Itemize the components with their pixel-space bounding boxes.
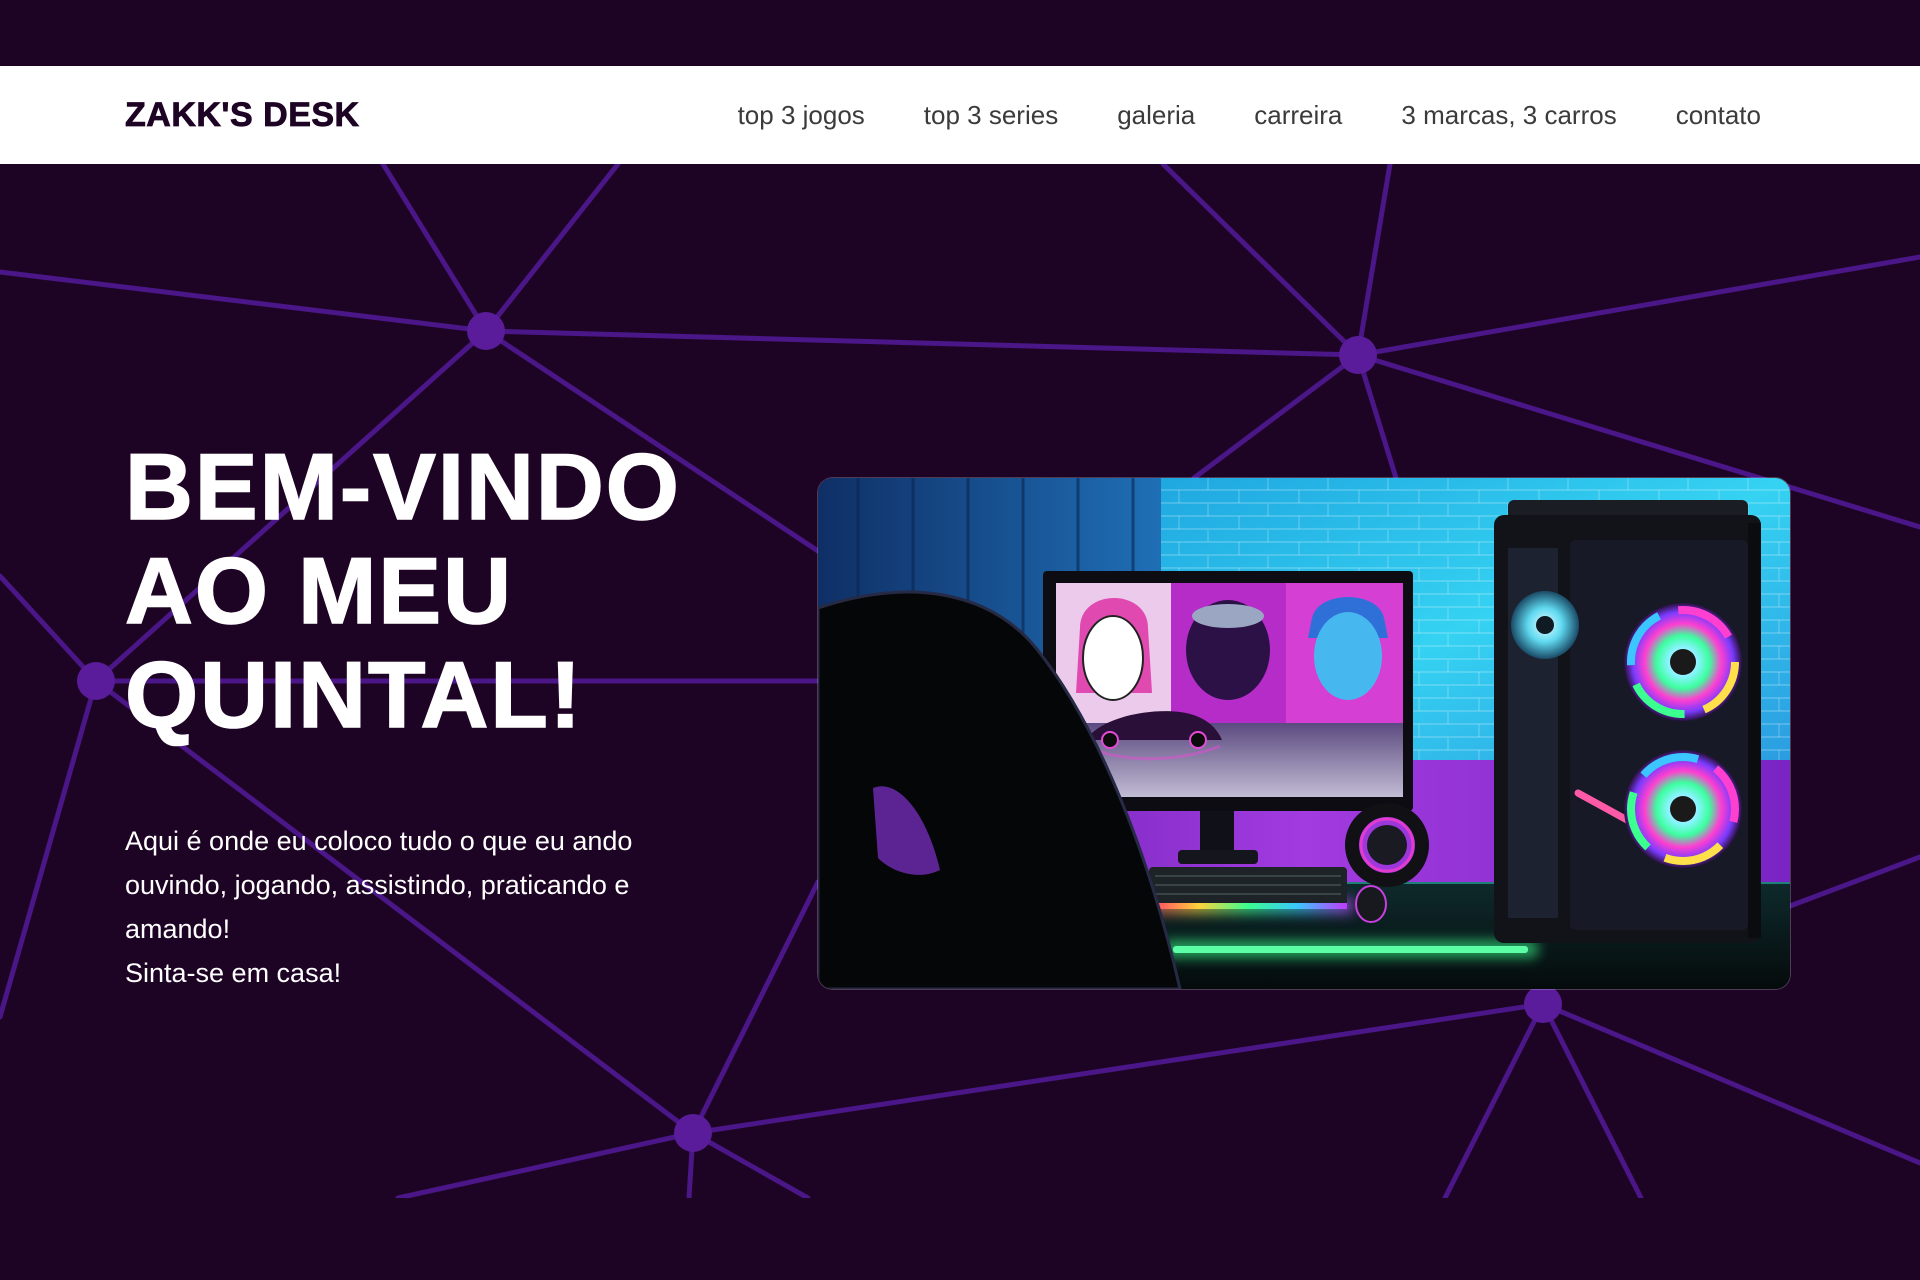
nav-link-contato[interactable]: contato: [1676, 100, 1761, 131]
pc-case-glass: [1570, 540, 1748, 930]
pc-case-front-frame: [1748, 523, 1761, 938]
network-line: [1355, 352, 1399, 481]
hero-title: BEM-VINDO AO MEU QUINTAL!: [124, 434, 715, 748]
screen-character-left: [1082, 615, 1144, 701]
mouse: [1355, 885, 1387, 923]
network-line: [483, 161, 621, 334]
network-line: [690, 1130, 811, 1198]
hero-description-text: Aqui é onde eu coloco tudo o que eu ando…: [125, 826, 633, 944]
headphones-cushion: [1367, 825, 1407, 865]
screen-character-right: [1314, 612, 1382, 700]
hero-tagline: Sinta-se em casa!: [125, 958, 342, 988]
screen-car-wheel: [1101, 731, 1119, 749]
site-header: ZAKK'S DESK top 3 jogos top 3 series gal…: [0, 66, 1920, 164]
hero-description: Aqui é onde eu coloco tudo o que eu ando…: [125, 819, 715, 995]
small-fan-hub: [1536, 616, 1554, 634]
network-line: [1160, 161, 1361, 358]
network-line: [395, 1130, 696, 1198]
keyboard-rgb-strip: [1149, 903, 1347, 909]
network-line: [1355, 161, 1393, 358]
network-line: [0, 573, 99, 684]
headphones: [1345, 803, 1429, 887]
hero-title-line: QUINTAL!: [124, 642, 584, 748]
network-line: [380, 161, 489, 334]
nav-link-galeria[interactable]: galeria: [1117, 100, 1195, 131]
network-line: [0, 678, 99, 1020]
keyboard: [1143, 867, 1353, 914]
pc-case: [1494, 500, 1761, 943]
network-line: [1442, 1001, 1546, 1198]
network-line: [690, 1001, 1546, 1136]
network-line: [1355, 254, 1920, 358]
gaming-setup-photo: [818, 478, 1790, 989]
nav-link-carreira[interactable]: carreira: [1254, 100, 1342, 131]
monitor-base: [1178, 850, 1258, 864]
desk-light-bar: [1173, 946, 1528, 953]
site-logo[interactable]: ZAKK'S DESK: [125, 95, 360, 135]
screen-car-wheel: [1189, 731, 1207, 749]
network-node: [77, 662, 115, 700]
network-node: [674, 1114, 712, 1152]
network-node: [1524, 985, 1562, 1023]
hero-section: BEM-VINDO AO MEU QUINTAL! Aqui é onde eu…: [124, 434, 715, 995]
network-line: [1540, 1001, 1644, 1198]
keyboard-body: [1149, 867, 1347, 909]
monitor-stand: [1200, 811, 1234, 856]
nav-link-top-3-series[interactable]: top 3 series: [924, 100, 1058, 131]
network-node: [1339, 336, 1377, 374]
network-line: [483, 328, 1361, 358]
fan-hub: [1670, 796, 1696, 822]
hero-title-line: BEM-VINDO: [124, 434, 681, 540]
network-line: [1787, 854, 1920, 909]
monitor-screen: [1056, 583, 1403, 797]
network-line: [0, 269, 489, 334]
screen-goggles: [1192, 604, 1264, 628]
rgb-fan-bottom: [1624, 750, 1742, 868]
main-nav: top 3 jogos top 3 series galeria carreir…: [738, 100, 1761, 131]
network-line: [1540, 1001, 1920, 1166]
network-line: [1191, 352, 1361, 481]
rgb-fan-top: [1624, 603, 1742, 721]
desk-mat-light: [1163, 940, 1538, 958]
nav-link-marcas-carros[interactable]: 3 marcas, 3 carros: [1401, 100, 1616, 131]
nav-link-top-3-jogos[interactable]: top 3 jogos: [738, 100, 865, 131]
hero-title-line: AO MEU: [124, 538, 513, 644]
hero-image: [818, 478, 1790, 989]
fan-hub: [1670, 649, 1696, 675]
network-node: [467, 312, 505, 350]
